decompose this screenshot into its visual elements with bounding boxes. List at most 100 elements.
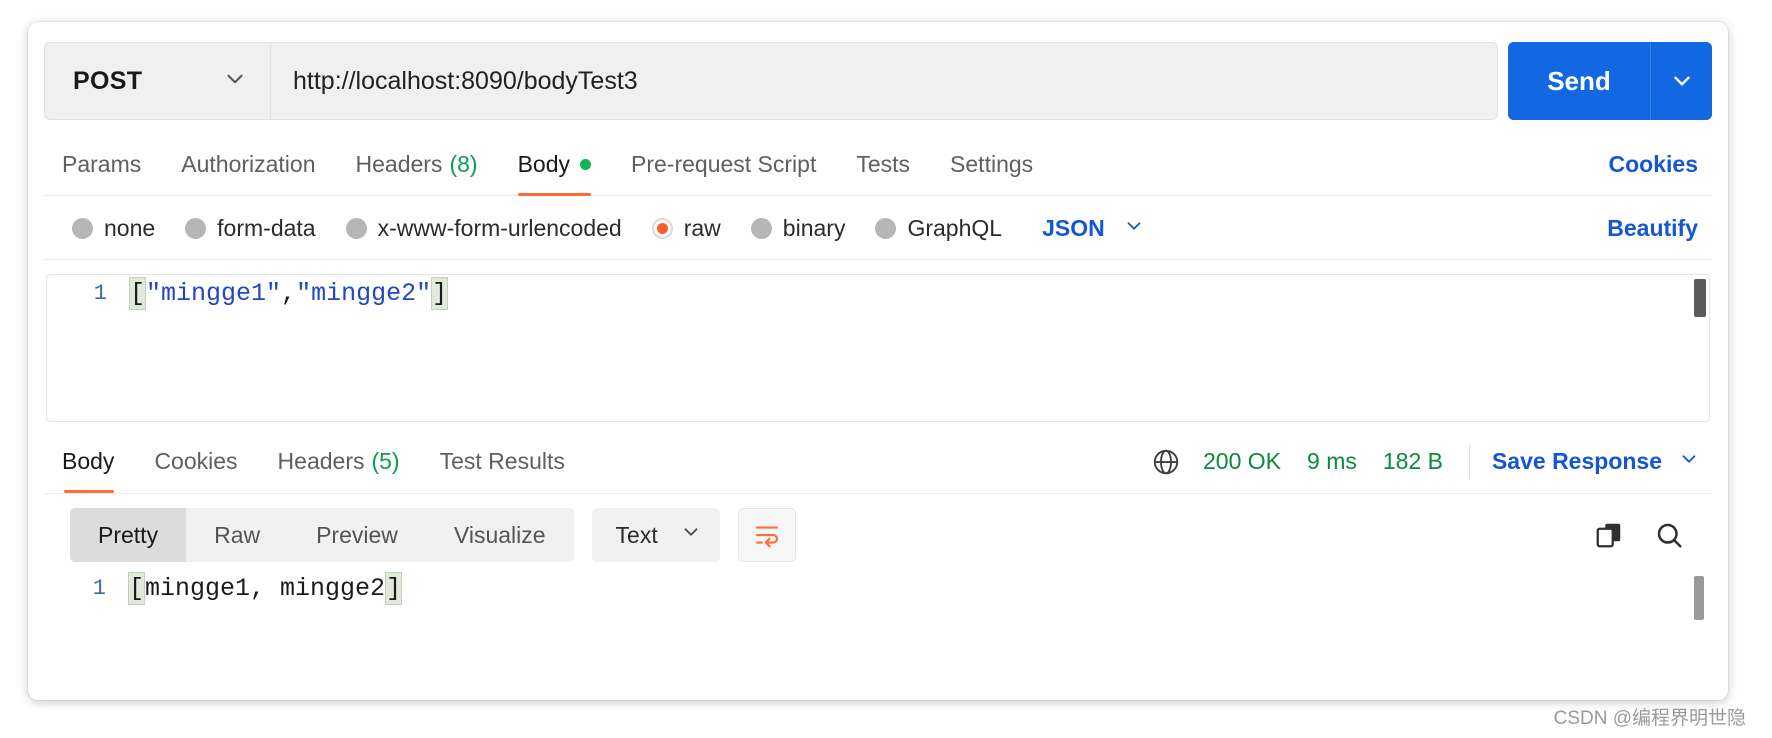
response-tabs: Body Cookies Headers (5) Test Results 20… <box>44 430 1712 494</box>
response-format-select[interactable]: Text <box>592 508 720 562</box>
save-response-label: Save Response <box>1492 448 1662 475</box>
comma-token: , <box>281 279 296 308</box>
http-method-select[interactable]: POST <box>44 42 270 120</box>
tab-body-label: Body <box>518 151 570 178</box>
cookies-link[interactable]: Cookies <box>1609 151 1712 178</box>
tab-tests-label: Tests <box>856 151 910 178</box>
response-tab-body[interactable]: Body <box>44 431 134 493</box>
tab-params-label: Params <box>62 151 141 178</box>
view-mode-pretty[interactable]: Pretty <box>70 508 186 562</box>
tab-headers-label: Headers <box>356 151 443 178</box>
response-tab-body-label: Body <box>62 448 114 475</box>
response-time: 9 ms <box>1307 448 1357 475</box>
radio-icon <box>875 218 896 239</box>
chevron-down-icon <box>222 66 248 97</box>
response-size: 182 B <box>1383 448 1443 475</box>
divider <box>1469 445 1470 479</box>
send-options-button[interactable] <box>1650 42 1712 120</box>
tab-authorization-label: Authorization <box>181 151 315 178</box>
body-type-graphql[interactable]: GraphQL <box>875 215 1002 242</box>
response-code: [mingge1, mingge2] <box>128 570 402 608</box>
body-type-urlencoded[interactable]: x-www-form-urlencoded <box>346 215 622 242</box>
tab-settings-label: Settings <box>950 151 1033 178</box>
url-input[interactable]: http://localhost:8090/bodyTest3 <box>270 42 1498 120</box>
view-mode-visualize[interactable]: Visualize <box>426 508 574 562</box>
response-line: 1 [mingge1, mingge2] <box>46 570 1710 608</box>
editor-scrollbar[interactable] <box>1694 279 1706 317</box>
response-tool-actions <box>1594 520 1690 550</box>
line-number: 1 <box>46 570 128 608</box>
body-type-binary-label: binary <box>783 215 846 242</box>
body-modified-dot-icon <box>580 159 591 170</box>
close-bracket-token: ] <box>385 572 402 605</box>
radio-icon <box>185 218 206 239</box>
raw-format-label: JSON <box>1042 215 1105 242</box>
request-response-card: POST http://localhost:8090/bodyTest3 Sen… <box>28 22 1728 700</box>
request-tabs: Params Authorization Headers (8) Body Pr… <box>44 134 1712 196</box>
tab-pre-request-script[interactable]: Pre-request Script <box>611 134 836 196</box>
body-type-graphql-label: GraphQL <box>907 215 1002 242</box>
response-body-viewer[interactable]: 1 [mingge1, mingge2] <box>46 570 1710 690</box>
response-tab-test-results[interactable]: Test Results <box>420 431 585 493</box>
body-type-form-data-label: form-data <box>217 215 315 242</box>
tab-tests[interactable]: Tests <box>836 134 930 196</box>
tab-settings[interactable]: Settings <box>930 134 1053 196</box>
body-type-raw[interactable]: raw <box>652 215 721 242</box>
radio-icon <box>72 218 93 239</box>
http-method-label: POST <box>73 67 142 96</box>
editor-code: ["mingge1","mingge2"] <box>129 275 448 313</box>
editor-line: 1 ["mingge1","mingge2"] <box>47 275 1709 313</box>
response-scrollbar[interactable] <box>1694 576 1704 620</box>
app-root: POST http://localhost:8090/bodyTest3 Sen… <box>0 0 1772 738</box>
url-value: http://localhost:8090/bodyTest3 <box>293 67 638 96</box>
open-bracket-token: [ <box>129 277 146 310</box>
body-type-binary[interactable]: binary <box>751 215 846 242</box>
wrap-lines-button[interactable] <box>738 508 796 562</box>
send-button-group: Send <box>1508 42 1712 120</box>
save-response-button[interactable]: Save Response <box>1492 448 1700 476</box>
tab-authorization[interactable]: Authorization <box>161 134 335 196</box>
tab-body[interactable]: Body <box>498 134 611 196</box>
string-token-1: "mingge1" <box>146 279 281 308</box>
response-meta: 200 OK 9 ms 182 B Save Response <box>1151 445 1712 479</box>
chevron-down-icon <box>680 521 702 549</box>
request-body-editor[interactable]: 1 ["mingge1","mingge2"] <box>46 274 1710 422</box>
body-type-raw-label: raw <box>684 215 721 242</box>
body-type-none-label: none <box>104 215 155 242</box>
response-content-token: mingge1, mingge2 <box>145 574 385 603</box>
response-tab-cookies[interactable]: Cookies <box>134 431 257 493</box>
response-view-modes: Pretty Raw Preview Visualize <box>70 508 574 562</box>
copy-icon[interactable] <box>1594 520 1624 550</box>
radio-selected-icon <box>652 218 673 239</box>
response-tab-headers[interactable]: Headers (5) <box>258 431 420 493</box>
chevron-down-icon <box>1123 215 1145 243</box>
status-code: 200 OK <box>1203 448 1281 475</box>
radio-icon <box>751 218 772 239</box>
response-view-toolbar: Pretty Raw Preview Visualize Text <box>70 508 1690 562</box>
response-tab-headers-count: (5) <box>371 448 399 475</box>
body-type-urlencoded-label: x-www-form-urlencoded <box>378 215 622 242</box>
watermark: CSDN @编程界明世隐 <box>1554 703 1746 730</box>
tab-pre-request-script-label: Pre-request Script <box>631 151 816 178</box>
tab-headers[interactable]: Headers (8) <box>336 134 498 196</box>
open-bracket-token: [ <box>128 572 145 605</box>
line-number: 1 <box>47 275 129 313</box>
response-tab-test-results-label: Test Results <box>440 448 565 475</box>
body-type-form-data[interactable]: form-data <box>185 215 315 242</box>
response-format-label: Text <box>616 522 658 549</box>
beautify-link[interactable]: Beautify <box>1607 215 1712 242</box>
body-type-none[interactable]: none <box>72 215 155 242</box>
send-button[interactable]: Send <box>1508 42 1650 120</box>
response-tab-headers-label: Headers <box>278 448 365 475</box>
radio-icon <box>346 218 367 239</box>
search-icon[interactable] <box>1654 520 1684 550</box>
raw-format-select[interactable]: JSON <box>1042 215 1145 243</box>
tab-params[interactable]: Params <box>44 134 161 196</box>
globe-icon <box>1151 447 1181 477</box>
string-token-2: "mingge2" <box>296 279 431 308</box>
tab-headers-count: (8) <box>449 151 477 178</box>
url-bar: POST http://localhost:8090/bodyTest3 Sen… <box>44 42 1712 120</box>
chevron-down-icon <box>1678 448 1700 476</box>
view-mode-preview[interactable]: Preview <box>288 508 426 562</box>
view-mode-raw[interactable]: Raw <box>186 508 288 562</box>
